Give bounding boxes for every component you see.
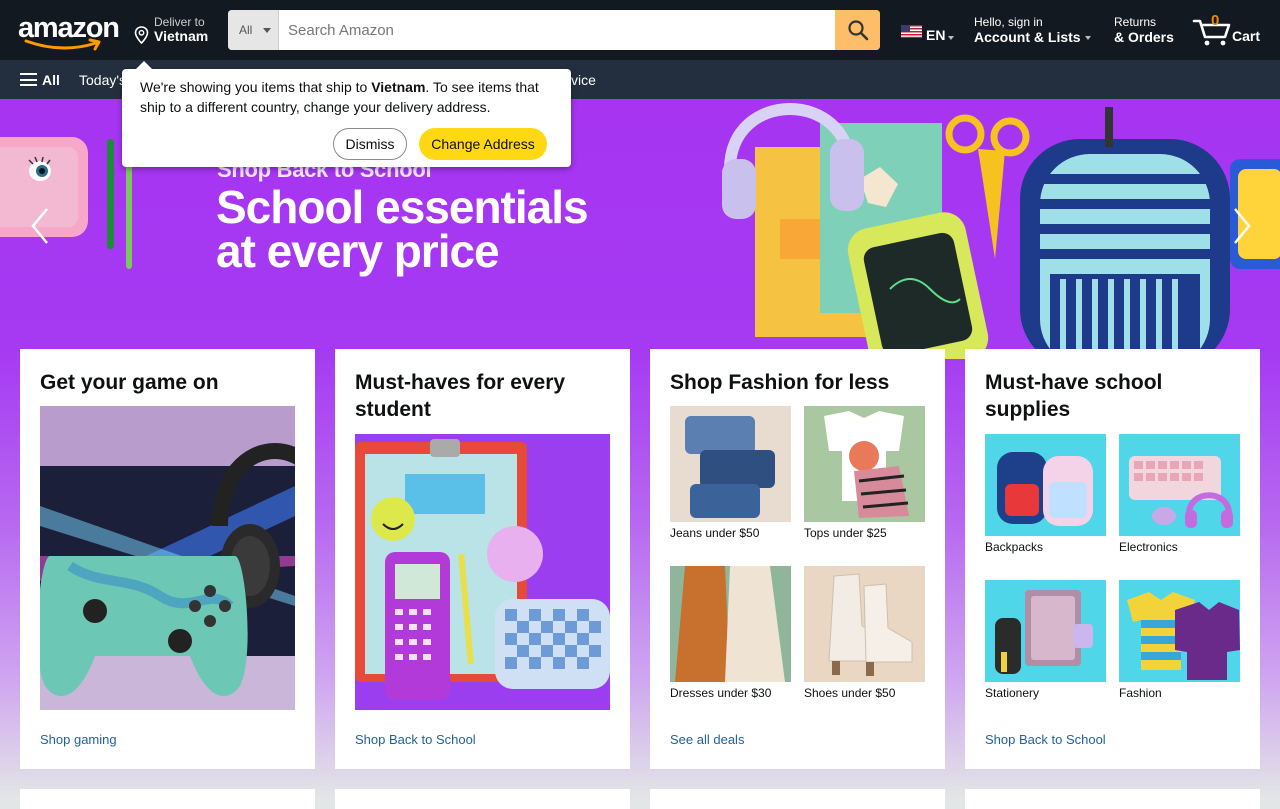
dresses-image (670, 566, 791, 682)
tile-caption: Backpacks (985, 540, 1044, 554)
dismiss-button[interactable]: Dismiss (333, 128, 407, 160)
all-menu-button[interactable]: All (20, 72, 60, 88)
jeans-image (670, 406, 791, 522)
search-input[interactable] (280, 10, 835, 50)
chevron-down-icon (1084, 36, 1091, 41)
all-menu-label: All (42, 72, 60, 88)
tops-image (804, 406, 925, 522)
card-title: Get your game on (40, 371, 219, 394)
popover-message: We're showing you items that ship to Vie… (140, 79, 539, 115)
shop-back-to-school-link[interactable]: Shop Back to School (355, 732, 476, 747)
tile-dresses[interactable]: Dresses under $30 (670, 566, 791, 700)
deliver-label: Deliver to (154, 15, 205, 29)
tile-stationery[interactable]: Stationery (985, 580, 1106, 700)
card-next-row (335, 789, 630, 809)
chevron-down-icon (263, 28, 271, 33)
us-flag-icon (901, 25, 922, 38)
card-title: Must-have school supplies (985, 371, 1163, 421)
search-icon (847, 20, 868, 41)
search-category-select[interactable]: All (228, 10, 279, 50)
card-school-supplies: Must-have school supplies Backpacks Elec… (965, 349, 1260, 769)
chevron-down-icon (948, 36, 954, 40)
returns-orders[interactable]: Returns & Orders (1114, 15, 1174, 45)
cart-label: Cart (1232, 28, 1261, 44)
tile-caption: Stationery (985, 686, 1040, 700)
card-student-musthaves: Must-haves for every student Shop Back t… (335, 349, 630, 769)
card-title: Shop Fashion for less (670, 371, 890, 394)
tile-backpacks[interactable]: Backpacks (985, 434, 1106, 554)
subnav-item-customer-service[interactable]: vice (571, 72, 596, 88)
student-supplies-image[interactable] (355, 434, 610, 710)
card-gaming: Get your game on Shop gaming (20, 349, 315, 769)
location-pin-icon (134, 26, 149, 44)
subnav-item-todays-deals[interactable]: Today's (79, 72, 126, 88)
account-lists[interactable]: Hello, sign in Account & Lists (974, 15, 1091, 45)
game-controller-image (40, 406, 295, 710)
delivery-country-popover: We're showing you items that ship to Vie… (122, 61, 571, 167)
card-next-row (965, 789, 1260, 809)
returns-label: Returns (1114, 15, 1157, 29)
card-title: Must-haves for every student (355, 371, 566, 421)
tile-caption: Jeans under $50 (670, 526, 760, 540)
kids-fashion-image (1119, 580, 1240, 682)
school-supplies-illustration (722, 103, 1280, 359)
account-label: Account & Lists (974, 29, 1081, 45)
school-supplies-image (355, 434, 610, 710)
search-bar: All (228, 10, 880, 50)
language-label: EN (926, 27, 946, 43)
deliver-location: Vietnam (154, 28, 209, 44)
tile-fashion[interactable]: Fashion (1119, 580, 1240, 700)
hamburger-icon (20, 73, 37, 86)
carousel-next-button[interactable] (1222, 201, 1262, 251)
cart[interactable]: 0 Cart (1192, 12, 1264, 48)
card-fashion: Shop Fashion for less Jeans under $50 To… (650, 349, 945, 769)
backpacks-image (985, 434, 1106, 536)
stationery-image (985, 580, 1106, 682)
popover-country: Vietnam (371, 79, 426, 95)
cart-count: 0 (1211, 12, 1220, 29)
card-next-row (650, 789, 945, 809)
see-all-deals-link[interactable]: See all deals (670, 732, 744, 747)
orders-label: & Orders (1114, 29, 1174, 45)
gaming-image[interactable] (40, 406, 295, 710)
tile-jeans[interactable]: Jeans under $50 (670, 406, 791, 540)
hero-headline: School essentials at every price (216, 181, 589, 277)
chevron-right-icon (1234, 208, 1251, 244)
chevron-left-icon (31, 208, 48, 244)
shop-gaming-link[interactable]: Shop gaming (40, 732, 117, 747)
search-category-label: All (239, 23, 253, 37)
tile-caption: Electronics (1119, 540, 1178, 554)
search-button[interactable] (835, 10, 880, 50)
tile-tops[interactable]: Tops under $25 (804, 406, 925, 540)
amazon-logo[interactable]: amazon (18, 10, 120, 52)
tile-caption: Dresses under $30 (670, 686, 772, 700)
carousel-prev-button[interactable] (20, 201, 60, 251)
tile-electronics[interactable]: Electronics (1119, 434, 1240, 554)
electronics-image (1119, 434, 1240, 536)
top-nav: amazon Deliver to Vietnam All Search Ama… (0, 0, 1280, 60)
card-next-row (20, 789, 315, 809)
account-greeting: Hello, sign in (974, 15, 1043, 29)
shoes-image (804, 566, 925, 682)
tile-caption: Shoes under $50 (804, 686, 896, 700)
change-address-button[interactable]: Change Address (419, 128, 547, 160)
tile-caption: Fashion (1119, 686, 1162, 700)
shop-back-to-school-link[interactable]: Shop Back to School (985, 732, 1106, 747)
tile-caption: Tops under $25 (804, 526, 887, 540)
logo-smile-icon (24, 38, 101, 51)
tile-shoes[interactable]: Shoes under $50 (804, 566, 925, 700)
